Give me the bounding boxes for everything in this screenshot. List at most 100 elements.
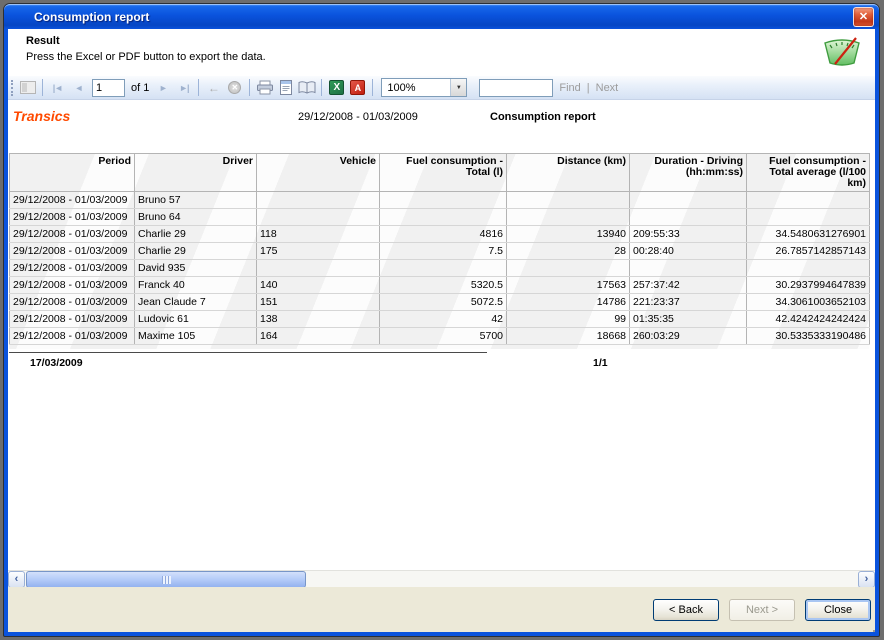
back-navigation-button[interactable]: ← bbox=[204, 78, 223, 97]
close-dialog-button[interactable]: Close bbox=[805, 599, 871, 621]
report-page-indicator: 1/1 bbox=[593, 357, 608, 369]
close-button[interactable]: ✕ bbox=[853, 7, 874, 27]
previous-page-icon: ◄ bbox=[75, 83, 83, 93]
table-row: 29/12/2008 - 01/03/2009Bruno 64 bbox=[10, 209, 870, 226]
table-cell: 01:35:35 bbox=[630, 311, 747, 328]
table-cell bbox=[380, 192, 507, 209]
separator bbox=[321, 79, 322, 96]
stop-button[interactable]: ✕ bbox=[225, 78, 244, 97]
export-pdf-button[interactable]: A bbox=[348, 78, 367, 97]
column-header: Vehicle bbox=[257, 154, 380, 192]
zoom-select[interactable]: 100% ▼ bbox=[381, 78, 467, 97]
column-header: Driver bbox=[135, 154, 257, 192]
window-title: Consumption report bbox=[4, 10, 149, 24]
document-map-button[interactable] bbox=[18, 78, 37, 97]
report-toolbar: |◄ ◄ of 1 ► ►| ← ✕ bbox=[8, 76, 875, 100]
column-header: Duration - Driving (hh:mm:ss) bbox=[630, 154, 747, 192]
chevron-down-icon: ▼ bbox=[450, 79, 466, 96]
table-cell: 221:23:37 bbox=[630, 294, 747, 311]
table-cell bbox=[507, 209, 630, 226]
table-cell bbox=[747, 192, 870, 209]
print-layout-button[interactable] bbox=[276, 78, 295, 97]
table-cell: 42 bbox=[380, 311, 507, 328]
table-cell: 164 bbox=[257, 328, 380, 345]
find-button[interactable]: Find bbox=[559, 82, 580, 94]
export-excel-button[interactable]: X bbox=[327, 78, 346, 97]
table-cell: 260:03:29 bbox=[630, 328, 747, 345]
next-page-button[interactable]: ► bbox=[153, 78, 172, 97]
table-cell: Ludovic 61 bbox=[135, 311, 257, 328]
scroll-right-icon: › bbox=[865, 573, 869, 585]
table-cell: 118 bbox=[257, 226, 380, 243]
table-row: 29/12/2008 - 01/03/2009Maxime 1051645700… bbox=[10, 328, 870, 345]
table-cell bbox=[507, 260, 630, 277]
table-cell: 42.4242424242424 bbox=[747, 311, 870, 328]
separator bbox=[42, 79, 43, 96]
table-cell bbox=[747, 260, 870, 277]
table-cell: 17563 bbox=[507, 277, 630, 294]
find-separator: | bbox=[587, 82, 590, 94]
table-cell: 5320.5 bbox=[380, 277, 507, 294]
table-cell bbox=[257, 209, 380, 226]
zoom-value: 100% bbox=[382, 82, 450, 94]
table-cell: 28 bbox=[507, 243, 630, 260]
close-icon: ✕ bbox=[859, 11, 868, 23]
scrollbar-right-button[interactable]: › bbox=[858, 571, 875, 587]
table-cell: 30.5335333190486 bbox=[747, 328, 870, 345]
table-row: 29/12/2008 - 01/03/2009Bruno 57 bbox=[10, 192, 870, 209]
column-header: Fuel consumption - Total (l) bbox=[380, 154, 507, 192]
horizontal-scrollbar[interactable]: ‹ › bbox=[8, 570, 875, 587]
first-page-button[interactable]: |◄ bbox=[48, 78, 67, 97]
resize-grip-icon[interactable] bbox=[869, 626, 872, 629]
scrollbar-left-button[interactable]: ‹ bbox=[8, 571, 25, 587]
report-date-range: 29/12/2008 - 01/03/2009 bbox=[298, 111, 418, 123]
table-row: 29/12/2008 - 01/03/2009Charlie 291757.52… bbox=[10, 243, 870, 260]
separator bbox=[372, 79, 373, 96]
find-input[interactable] bbox=[479, 79, 553, 97]
pdf-icon: A bbox=[350, 80, 365, 95]
column-header: Fuel consumption - Total average (l/100 … bbox=[747, 154, 870, 192]
table-cell: 151 bbox=[257, 294, 380, 311]
table-cell bbox=[257, 192, 380, 209]
dialog-content: Result Press the Excel or PDF button to … bbox=[8, 29, 875, 632]
last-page-icon: ►| bbox=[179, 83, 188, 93]
back-arrow-icon: ← bbox=[208, 81, 220, 95]
table-cell: Charlie 29 bbox=[135, 243, 257, 260]
toolbar-grip[interactable] bbox=[11, 80, 13, 96]
last-page-button[interactable]: ►| bbox=[174, 78, 193, 97]
fuel-gauge-icon bbox=[821, 35, 863, 68]
table-cell: Jean Claude 7 bbox=[135, 294, 257, 311]
next-button[interactable]: Next > bbox=[729, 599, 795, 621]
scroll-left-icon: ‹ bbox=[15, 573, 19, 585]
table-cell bbox=[630, 260, 747, 277]
table-row: 29/12/2008 - 01/03/2009Ludovic 611384299… bbox=[10, 311, 870, 328]
table-cell: 29/12/2008 - 01/03/2009 bbox=[10, 209, 135, 226]
table-row: 29/12/2008 - 01/03/2009Franck 401405320.… bbox=[10, 277, 870, 294]
table-cell: 18668 bbox=[507, 328, 630, 345]
step-title: Result bbox=[26, 35, 60, 47]
print-button[interactable] bbox=[255, 78, 274, 97]
previous-page-button[interactable]: ◄ bbox=[69, 78, 88, 97]
table-cell: 29/12/2008 - 01/03/2009 bbox=[10, 328, 135, 345]
table-cell bbox=[380, 209, 507, 226]
column-header: Distance (km) bbox=[507, 154, 630, 192]
back-button[interactable]: < Back bbox=[653, 599, 719, 621]
title-bar[interactable]: Consumption report ✕ bbox=[4, 4, 879, 29]
scrollbar-thumb[interactable] bbox=[26, 571, 306, 587]
table-row: 29/12/2008 - 01/03/2009Charlie 291184816… bbox=[10, 226, 870, 243]
wizard-header: Result Press the Excel or PDF button to … bbox=[8, 29, 875, 76]
find-next-button[interactable]: Next bbox=[596, 82, 619, 94]
table-cell: 29/12/2008 - 01/03/2009 bbox=[10, 192, 135, 209]
report-table: PeriodDriverVehicleFuel consumption - To… bbox=[9, 153, 870, 345]
table-cell: Bruno 64 bbox=[135, 209, 257, 226]
page-setup-button[interactable] bbox=[297, 78, 316, 97]
table-cell: 29/12/2008 - 01/03/2009 bbox=[10, 243, 135, 260]
table-cell bbox=[380, 260, 507, 277]
table-cell: David 935 bbox=[135, 260, 257, 277]
table-cell: 4816 bbox=[380, 226, 507, 243]
table-cell: 29/12/2008 - 01/03/2009 bbox=[10, 260, 135, 277]
next-page-icon: ► bbox=[159, 83, 167, 93]
table-cell bbox=[747, 209, 870, 226]
table-cell: Franck 40 bbox=[135, 277, 257, 294]
page-number-input[interactable] bbox=[92, 79, 125, 97]
